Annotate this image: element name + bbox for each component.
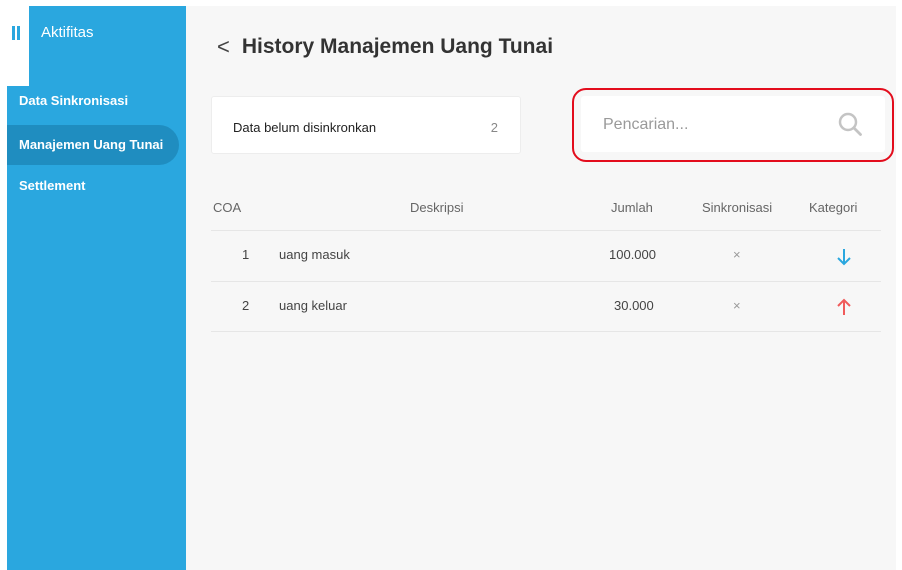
column-header-coa: COA [213, 200, 242, 215]
menu-toggle-button[interactable] [7, 6, 29, 86]
sidebar: Aktifitas Data Sinkronisasi Manajemen Ua… [7, 6, 186, 570]
arrow-up-icon [837, 298, 851, 315]
sidebar-item-settlement[interactable]: Settlement [7, 166, 186, 206]
menu-toggle-icon-bar [17, 26, 20, 40]
row-sync-status: × [733, 247, 741, 262]
arrow-down-icon [837, 249, 851, 266]
row-coa: 1 [242, 247, 250, 262]
column-header-jumlah: Jumlah [611, 200, 653, 215]
search-icon[interactable] [837, 111, 863, 137]
table-row[interactable]: 2 uang keluar 30.000 × [211, 281, 881, 332]
column-header-deskripsi: Deskripsi [410, 200, 464, 215]
menu-toggle-icon [12, 26, 15, 40]
row-coa: 2 [242, 298, 250, 313]
column-header-sinkronisasi: Sinkronisasi [702, 200, 773, 215]
row-deskripsi: uang masuk [279, 247, 350, 262]
back-icon[interactable]: < [217, 34, 230, 60]
unsynced-data-card[interactable]: Data belum disinkronkan 2 [211, 96, 521, 154]
column-header-kategori: Kategori [809, 200, 858, 215]
row-jumlah: 100.000 [609, 247, 656, 262]
sidebar-item-data-sinkronisasi[interactable]: Data Sinkronisasi [7, 81, 186, 121]
app-window: Aktifitas Data Sinkronisasi Manajemen Ua… [7, 6, 896, 570]
unsynced-data-label: Data belum disinkronkan [233, 120, 377, 135]
row-jumlah: 30.000 [614, 298, 654, 313]
search-highlight [572, 88, 894, 162]
search-input[interactable] [601, 110, 835, 140]
sidebar-item-manajemen-uang-tunai[interactable]: Manajemen Uang Tunai [7, 125, 179, 165]
sidebar-title: Aktifitas [41, 24, 94, 41]
search-field[interactable] [581, 96, 885, 152]
page-title-text: History Manajemen Uang Tunai [241, 35, 554, 58]
table-row[interactable]: 1 uang masuk 100.000 × [211, 230, 881, 281]
row-deskripsi: uang keluar [279, 298, 347, 313]
unsynced-data-count: 2 [490, 120, 498, 135]
row-sync-status: × [733, 298, 741, 313]
page-title: < History Manajemen Uang Tunai [217, 34, 553, 60]
